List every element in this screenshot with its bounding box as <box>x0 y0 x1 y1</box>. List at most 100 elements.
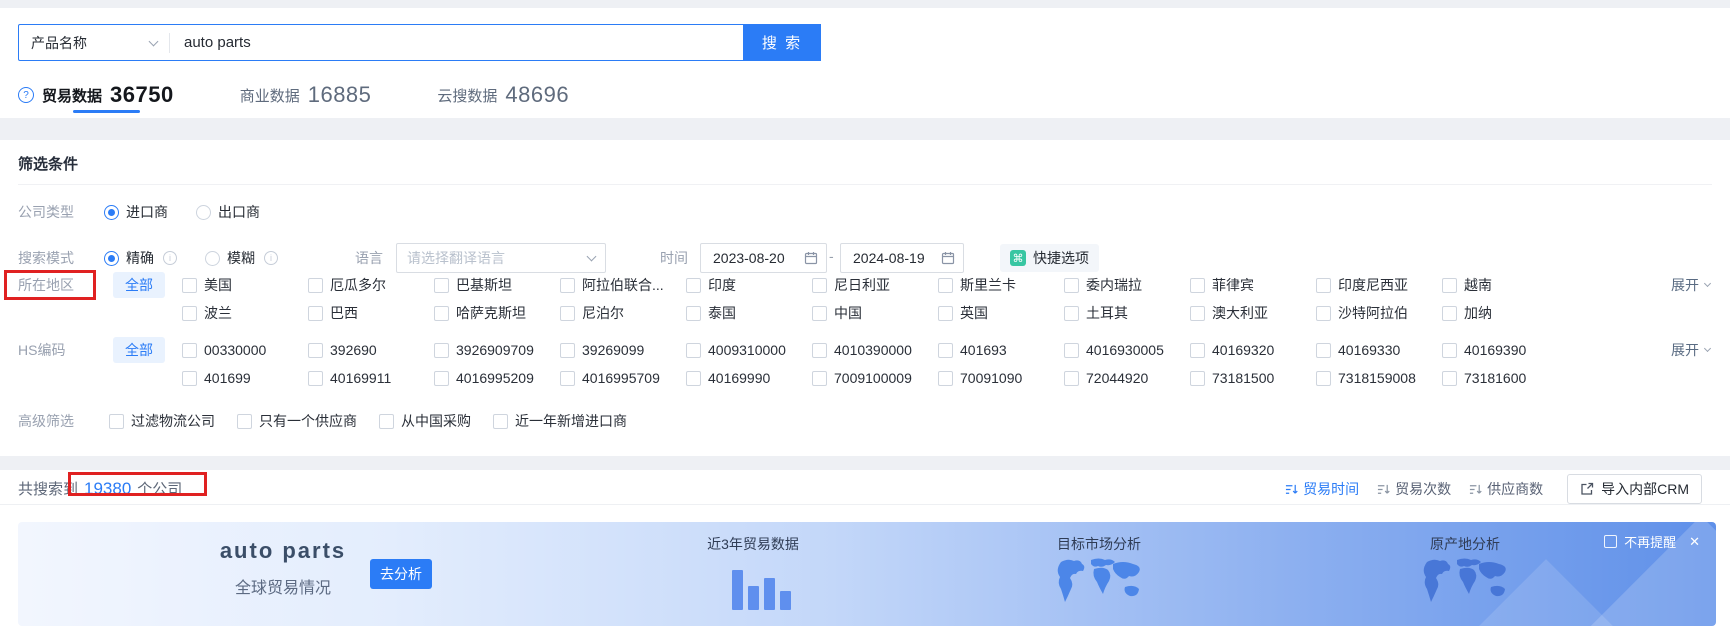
sort-option[interactable]: 供应商数 <box>1469 479 1543 499</box>
info-icon[interactable]: i <box>163 251 177 265</box>
region-checkbox[interactable]: 波兰 <box>182 303 308 323</box>
hs-code-checkbox[interactable]: 40169990 <box>686 368 812 388</box>
start-date-value: 2023-08-20 <box>713 250 785 266</box>
info-icon[interactable]: i <box>264 251 278 265</box>
region-expand-button[interactable]: 展开 <box>1671 275 1712 295</box>
advanced-filter-checkbox[interactable]: 从中国采购 <box>379 411 471 431</box>
region-checkbox[interactable]: 阿拉伯联合... <box>560 275 686 295</box>
sort-option[interactable]: 贸易时间 <box>1285 479 1359 499</box>
checkbox-label: 英国 <box>960 305 988 321</box>
hs-expand-button[interactable]: 展开 <box>1671 340 1712 360</box>
close-icon[interactable]: ✕ <box>1689 534 1700 550</box>
hs-code-checkbox[interactable]: 7318159008 <box>1316 368 1442 388</box>
radio-exporter[interactable]: 出口商 <box>196 202 260 222</box>
help-icon[interactable]: ? <box>18 87 34 103</box>
language-select[interactable]: 请选择翻译语言 <box>396 243 606 273</box>
checkbox-icon <box>1064 305 1079 321</box>
hs-code-checkbox[interactable]: 73181500 <box>1190 368 1316 388</box>
hs-code-checkbox[interactable]: 392690 <box>308 340 434 360</box>
hs-checkbox-row: 00330000 392690 3926909709 39269099 40093100… <box>182 340 1568 360</box>
checkbox-icon <box>560 277 575 293</box>
hs-code-checkbox[interactable]: 73181600 <box>1442 368 1568 388</box>
hs-code-checkbox[interactable]: 72044920 <box>1064 368 1190 388</box>
hs-code-checkbox[interactable]: 39269099 <box>560 340 686 360</box>
advanced-filter-checkbox[interactable]: 近一年新增进口商 <box>493 411 627 431</box>
region-checkbox[interactable]: 英国 <box>938 303 1064 323</box>
hs-code-checkbox[interactable]: 40169330 <box>1316 340 1442 360</box>
checkbox-label: 00330000 <box>204 342 267 358</box>
region-checkbox[interactable]: 尼日利亚 <box>812 275 938 295</box>
region-checkbox[interactable]: 尼泊尔 <box>560 303 686 323</box>
checkbox-label: 澳大利亚 <box>1212 305 1268 321</box>
search-category-select[interactable]: 产品名称 <box>19 25 169 60</box>
tab-cloud-search-data[interactable]: 云搜数据 48696 <box>437 82 569 108</box>
hs-code-checkbox[interactable]: 40169390 <box>1442 340 1568 360</box>
region-checkbox[interactable]: 哈萨克斯坦 <box>434 303 560 323</box>
region-checkbox[interactable]: 加纳 <box>1442 303 1568 323</box>
hs-code-checkbox[interactable]: 4010390000 <box>812 340 938 360</box>
checkbox-label: 巴基斯坦 <box>456 277 512 293</box>
hs-code-checkbox[interactable]: 4016995709 <box>560 368 686 388</box>
region-checkbox[interactable]: 印度 <box>686 275 812 295</box>
tab-label: 贸易数据 <box>42 87 103 105</box>
radio-importer[interactable]: 进口商 <box>104 202 168 222</box>
region-checkbox[interactable]: 委内瑞拉 <box>1064 275 1190 295</box>
radio-exact[interactable]: 精确 i <box>104 248 177 268</box>
region-all-button[interactable]: 全部 <box>113 272 165 298</box>
analyze-button[interactable]: 去分析 <box>370 559 432 589</box>
hs-code-checkbox[interactable]: 00330000 <box>182 340 308 360</box>
tab-business-data[interactable]: 商业数据 16885 <box>240 82 372 108</box>
region-checkbox[interactable]: 美国 <box>182 275 308 295</box>
hs-code-label: HS编码 <box>18 342 66 358</box>
region-checkbox[interactable]: 中国 <box>812 303 938 323</box>
checkbox-icon <box>686 370 701 386</box>
region-checkbox[interactable]: 土耳其 <box>1064 303 1190 323</box>
checkbox-icon <box>308 370 323 386</box>
hs-code-checkbox[interactable]: 401699 <box>182 368 308 388</box>
checkbox-icon <box>434 342 449 358</box>
hs-code-checkbox[interactable]: 4016995209 <box>434 368 560 388</box>
region-checkbox[interactable]: 澳大利亚 <box>1190 303 1316 323</box>
hs-all-button[interactable]: 全部 <box>113 337 165 363</box>
checkbox-icon <box>560 305 575 321</box>
hs-code-checkbox[interactable]: 7009100009 <box>812 368 938 388</box>
tab-trade-data[interactable]: ? 贸易数据 36750 <box>18 82 174 108</box>
hs-code-checkbox[interactable]: 3926909709 <box>434 340 560 360</box>
bar-chart-icon <box>732 566 791 610</box>
radio-fuzzy[interactable]: 模糊 i <box>205 248 278 268</box>
advanced-filter-label: 高级筛选 <box>18 413 74 429</box>
dismiss-checkbox[interactable] <box>1604 535 1618 548</box>
search-bar: 产品名称 搜 索 <box>18 24 821 61</box>
region-checkbox[interactable]: 巴基斯坦 <box>434 275 560 295</box>
region-checkbox[interactable]: 菲律宾 <box>1190 275 1316 295</box>
advanced-filter-checkbox[interactable]: 过滤物流公司 <box>109 411 215 431</box>
import-crm-button[interactable]: 导入内部CRM <box>1567 474 1702 504</box>
calendar-icon <box>804 251 818 265</box>
region-checkbox[interactable]: 沙特阿拉伯 <box>1316 303 1442 323</box>
hs-code-checkbox[interactable]: 40169911 <box>308 368 434 388</box>
region-checkbox[interactable]: 泰国 <box>686 303 812 323</box>
quick-options-button[interactable]: ⌘ 快捷选项 <box>1000 244 1099 272</box>
start-date-input[interactable]: 2023-08-20 <box>700 243 827 273</box>
checkbox-label: 沙特阿拉伯 <box>1338 305 1408 321</box>
checkbox-icon <box>1442 370 1457 386</box>
hs-code-checkbox[interactable]: 401693 <box>938 340 1064 360</box>
hs-code-checkbox[interactable]: 70091090 <box>938 368 1064 388</box>
chevron-down-icon <box>1703 344 1712 353</box>
end-date-input[interactable]: 2024-08-19 <box>840 243 964 273</box>
region-checkbox[interactable]: 厄瓜多尔 <box>308 275 434 295</box>
search-input[interactable] <box>170 34 743 51</box>
sort-option[interactable]: 贸易次数 <box>1377 479 1451 499</box>
filter-panel: 筛选条件 公司类型 进口商 出口商 搜索模式 精确 i 模糊 i 语言 请选择翻… <box>0 140 1730 456</box>
region-checkbox[interactable]: 巴西 <box>308 303 434 323</box>
region-checkbox[interactable]: 印度尼西亚 <box>1316 275 1442 295</box>
search-button[interactable]: 搜 索 <box>743 24 821 61</box>
advanced-filter-checkbox[interactable]: 只有一个供应商 <box>237 411 357 431</box>
region-checkbox[interactable]: 越南 <box>1442 275 1568 295</box>
hs-code-checkbox[interactable]: 40169320 <box>1190 340 1316 360</box>
hs-code-checkbox[interactable]: 4009310000 <box>686 340 812 360</box>
hs-code-checkbox[interactable]: 4016930005 <box>1064 340 1190 360</box>
checkbox-label: 土耳其 <box>1086 305 1128 321</box>
checkbox-label: 40169330 <box>1338 342 1401 358</box>
region-checkbox[interactable]: 斯里兰卡 <box>938 275 1064 295</box>
